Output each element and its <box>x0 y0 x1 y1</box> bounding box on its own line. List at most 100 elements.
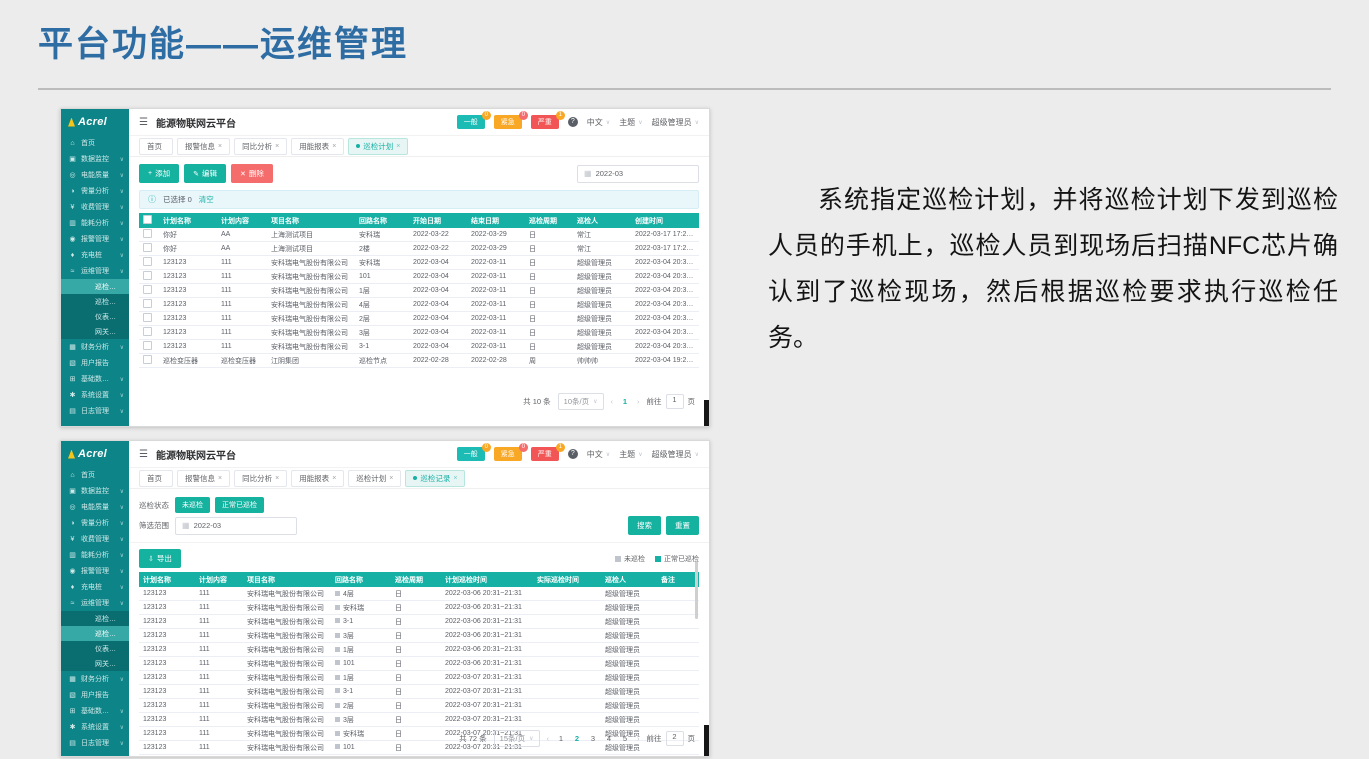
sidebar-item[interactable]: ✱ 系统设置 ∨ <box>61 719 129 735</box>
alarm-badge[interactable]: 一般 0 <box>457 447 485 461</box>
table-row[interactable]: 123123 111 安科瑞电气股份有限公司 3层 日 2022-03-07 2… <box>139 713 699 727</box>
tab[interactable]: 同比分析 × <box>234 138 287 155</box>
tab-close-icon[interactable]: × <box>275 475 279 482</box>
next-page-button[interactable]: › <box>637 734 640 743</box>
reset-button[interactable]: 重置 <box>666 516 699 535</box>
row-checkbox[interactable] <box>143 229 152 238</box>
status-option-button[interactable]: 未巡检 <box>175 497 210 513</box>
row-checkbox[interactable] <box>143 285 152 294</box>
table-row[interactable]: 巡检变压器 巡检变压器 江阴集团 巡检节点 2022-02-28 2022-02… <box>139 354 699 368</box>
tab-close-icon[interactable]: × <box>275 143 279 150</box>
prev-page-button[interactable]: ‹ <box>611 397 614 406</box>
sidebar-item[interactable]: 巡检记录 <box>61 626 129 641</box>
page-number[interactable]: 4 <box>604 734 614 743</box>
table-row[interactable]: 123123 111 安科瑞电气股份有限公司 1层 日 2022-03-07 2… <box>139 671 699 685</box>
sidebar-item[interactable]: 仪表状态 <box>61 641 129 656</box>
sidebar-item[interactable]: ▧ 用户报告 <box>61 687 129 703</box>
delete-button[interactable]: ✕ 删除 <box>231 164 273 183</box>
user-menu[interactable]: 超级管理员 ∨ <box>652 449 699 460</box>
tab-close-icon[interactable]: × <box>218 475 222 482</box>
sidebar-item[interactable]: 巡检记录 <box>61 294 129 309</box>
table-row[interactable]: 123123 111 安科瑞电气股份有限公司 3-1 日 2022-03-06 … <box>139 615 699 629</box>
language-select[interactable]: 中文 ∨ <box>587 117 610 128</box>
table-row[interactable]: 你好 AA 上海测试项目 安科瑞 2022-03-22 2022-03-29 日… <box>139 228 699 242</box>
tab[interactable]: 首页 <box>139 470 173 487</box>
clear-selection-link[interactable]: 清空 <box>199 194 214 205</box>
tab[interactable]: 用能报表 × <box>291 470 344 487</box>
scrollbar-thumb[interactable] <box>704 725 709 756</box>
table-row[interactable]: 123123 111 安科瑞电气股份有限公司 1层 日 2022-03-06 2… <box>139 643 699 657</box>
month-picker[interactable]: ▦ 2022-03 <box>577 165 699 183</box>
sidebar-item[interactable]: 巡检计划 <box>61 279 129 294</box>
sidebar-item[interactable]: ▥ 能耗分析 ∨ <box>61 215 129 231</box>
tab[interactable]: 巡检记录 × <box>405 470 465 487</box>
sidebar-item[interactable]: 网关状态 <box>61 324 129 339</box>
table-row[interactable]: 123123 111 安科瑞电气股份有限公司 2层 2022-03-04 202… <box>139 312 699 326</box>
page-number[interactable]: 3 <box>588 734 598 743</box>
theme-select[interactable]: 主题 ∨ <box>619 449 642 460</box>
tab-close-icon[interactable]: × <box>453 475 457 482</box>
sidebar-item[interactable]: ◑ 需量分析 ∨ <box>61 515 129 531</box>
tab[interactable]: 报警信息 × <box>177 138 230 155</box>
row-checkbox[interactable] <box>143 299 152 308</box>
user-menu[interactable]: 超级管理员 ∨ <box>652 117 699 128</box>
table-row[interactable]: 123123 111 安科瑞电气股份有限公司 4层 日 2022-03-07 2… <box>139 755 699 757</box>
table-row[interactable]: 123123 111 安科瑞电气股份有限公司 3-1 日 2022-03-07 … <box>139 685 699 699</box>
tab-close-icon[interactable]: × <box>389 475 393 482</box>
tab[interactable]: 巡检计划 × <box>348 138 408 155</box>
sidebar-item[interactable]: ♦ 充电桩 ∨ <box>61 247 129 263</box>
help-icon[interactable]: ? <box>568 449 578 459</box>
tab[interactable]: 用能报表 × <box>291 138 344 155</box>
goto-page-input[interactable]: 1 <box>666 394 684 409</box>
sidebar-item[interactable]: ▥ 能耗分析 ∨ <box>61 547 129 563</box>
row-checkbox[interactable] <box>143 257 152 266</box>
sidebar-item[interactable]: ◎ 电能质量 ∨ <box>61 167 129 183</box>
tab[interactable]: 首页 <box>139 138 173 155</box>
theme-select[interactable]: 主题 ∨ <box>619 117 642 128</box>
sidebar-item[interactable]: ▦ 财务分析 ∨ <box>61 339 129 355</box>
next-page-button[interactable]: › <box>637 397 640 406</box>
alarm-badge[interactable]: 一般 0 <box>457 115 485 129</box>
status-option-button[interactable]: 正常已巡检 <box>215 497 264 513</box>
table-row[interactable]: 123123 111 安科瑞电气股份有限公司 3层 日 2022-03-06 2… <box>139 629 699 643</box>
table-row[interactable]: 123123 111 安科瑞电气股份有限公司 101 2022-03-04 20… <box>139 270 699 284</box>
language-select[interactable]: 中文 ∨ <box>587 449 610 460</box>
page-number[interactable]: 1 <box>620 397 630 406</box>
table-row[interactable]: 你好 AA 上海测试项目 2楼 2022-03-22 2022-03-29 日 … <box>139 242 699 256</box>
search-button[interactable]: 搜索 <box>628 516 661 535</box>
sidebar-item[interactable]: ⊞ 基础数据管理 ∨ <box>61 703 129 719</box>
table-row[interactable]: 123123 111 安科瑞电气股份有限公司 1层 2022-03-04 202… <box>139 284 699 298</box>
scrollbar-thumb[interactable] <box>704 400 709 426</box>
row-checkbox[interactable] <box>143 243 152 252</box>
sidebar-item[interactable]: ≈ 运维管理 ∨ <box>61 595 129 611</box>
help-icon[interactable]: ? <box>568 117 578 127</box>
table-scrollbar-thumb[interactable] <box>695 561 698 619</box>
sidebar-item[interactable]: ◎ 电能质量 ∨ <box>61 499 129 515</box>
sidebar-item[interactable]: ¥ 收费管理 ∨ <box>61 531 129 547</box>
page-number[interactable]: 1 <box>556 734 566 743</box>
sidebar-item[interactable]: ✱ 系统设置 ∨ <box>61 387 129 403</box>
sidebar-item[interactable]: ◉ 报警管理 ∨ <box>61 231 129 247</box>
table-row[interactable]: 123123 111 安科瑞电气股份有限公司 2层 日 2022-03-07 2… <box>139 699 699 713</box>
sidebar-item[interactable]: ▣ 数据监控 ∨ <box>61 151 129 167</box>
tab[interactable]: 同比分析 × <box>234 470 287 487</box>
page-size-select[interactable]: 10条/页 ∨ <box>558 393 604 410</box>
month-picker[interactable]: ▦ 2022-03 <box>175 517 297 535</box>
row-checkbox[interactable] <box>143 313 152 322</box>
sidebar-item[interactable]: ⊞ 基础数据管理 ∨ <box>61 371 129 387</box>
sidebar-item[interactable]: 仪表状态 <box>61 309 129 324</box>
tab-close-icon[interactable]: × <box>332 475 336 482</box>
sidebar-item[interactable]: ▦ 财务分析 ∨ <box>61 671 129 687</box>
goto-page-input[interactable]: 2 <box>666 731 684 746</box>
table-row[interactable]: 123123 111 安科瑞电气股份有限公司 101 日 2022-03-06 … <box>139 657 699 671</box>
tab-close-icon[interactable]: × <box>396 143 400 150</box>
prev-page-button[interactable]: ‹ <box>547 734 550 743</box>
tab-close-icon[interactable]: × <box>332 143 336 150</box>
table-row[interactable]: 123123 111 安科瑞电气股份有限公司 安科瑞 日 2022-03-06 … <box>139 601 699 615</box>
alarm-badge[interactable]: 紧急 0 <box>494 115 522 129</box>
sidebar-item[interactable]: ≈ 运维管理 ∨ <box>61 263 129 279</box>
add-button[interactable]: + 添加 <box>139 164 179 183</box>
hamburger-icon[interactable]: ☰ <box>139 449 148 460</box>
sidebar-item[interactable]: ⌂ 首页 <box>61 135 129 151</box>
sidebar-item[interactable]: ◑ 需量分析 ∨ <box>61 183 129 199</box>
